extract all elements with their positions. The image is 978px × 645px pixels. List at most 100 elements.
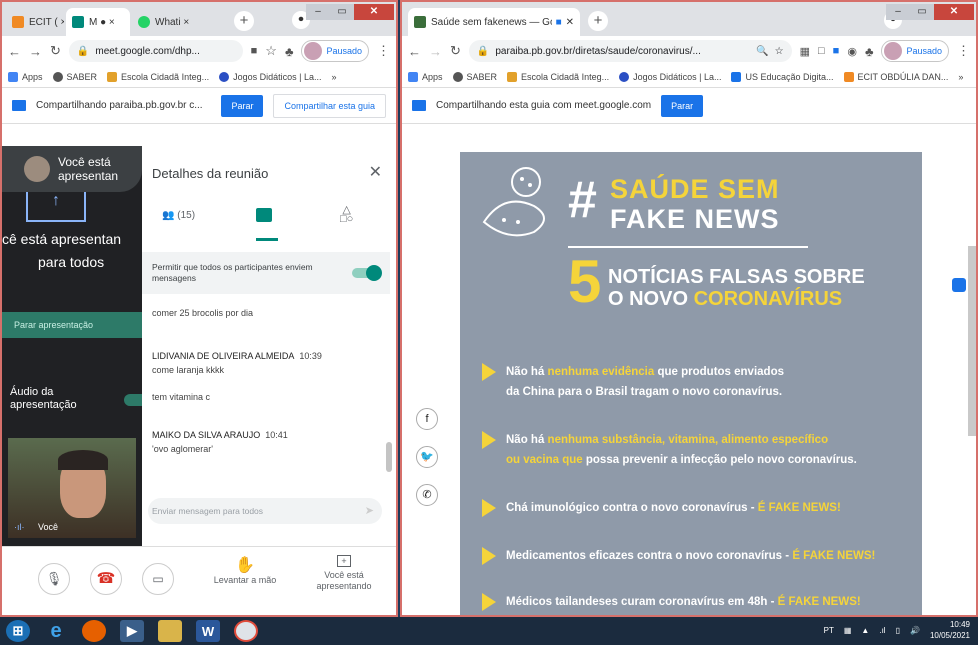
- signal-icon[interactable]: .ıl: [879, 625, 885, 636]
- camera-button[interactable]: ▭: [142, 563, 174, 595]
- send-icon[interactable]: ➤: [365, 504, 374, 517]
- clock[interactable]: 10:49 10/05/2021: [930, 619, 970, 641]
- extensions-icon[interactable]: ♣: [865, 44, 874, 59]
- present-screen-icon: ↑: [26, 192, 86, 222]
- word-icon[interactable]: W: [196, 620, 220, 642]
- menu-icon[interactable]: ⋮: [377, 43, 390, 59]
- arrow-icon: [482, 363, 496, 381]
- tab-ecit[interactable]: ECIT ( ×: [6, 8, 64, 36]
- bookmark-saber[interactable]: SABER: [52, 71, 97, 82]
- chat-scrollbar[interactable]: [386, 442, 392, 472]
- media-player-icon[interactable]: ▶: [120, 620, 144, 642]
- start-button[interactable]: ⊞: [6, 620, 30, 642]
- escola-icon: [507, 71, 518, 82]
- bookmark-star-icon[interactable]: ☆: [775, 46, 784, 57]
- close-panel-button[interactable]: ✕: [369, 162, 382, 182]
- sharing-banner: Compartilhando paraiba.pb.gov.br c... Pa…: [2, 88, 396, 124]
- share-this-tab-button[interactable]: Compartilhar esta guia: [273, 93, 386, 118]
- activities-tab-icon[interactable]: △ □○: [340, 205, 353, 225]
- profile-button[interactable]: Pausado: [881, 40, 949, 62]
- new-tab-button[interactable]: +: [588, 11, 608, 31]
- tray-arrow-icon[interactable]: ▲: [861, 625, 869, 636]
- address-bar[interactable]: 🔒 meet.google.com/dhp...: [68, 40, 243, 62]
- stop-presenting-button[interactable]: Parar apresentação: [2, 312, 142, 338]
- bookmark-apps[interactable]: Apps: [408, 71, 443, 82]
- close-tab-icon[interactable]: ✕: [566, 17, 574, 28]
- back-icon[interactable]: ←: [408, 44, 421, 59]
- file-explorer-icon[interactable]: [158, 620, 182, 642]
- profile-button[interactable]: Pausado: [301, 40, 369, 62]
- firefox-icon[interactable]: [82, 620, 106, 642]
- allow-messages-toggle[interactable]: [352, 265, 382, 281]
- twitter-share-icon[interactable]: 🐦: [416, 446, 438, 468]
- sharing-banner: Compartilhando esta guia com meet.google…: [402, 88, 976, 124]
- mic-button[interactable]: 🎙: [38, 563, 70, 595]
- raise-hand-button[interactable]: ✋ Levantar a mão: [200, 555, 290, 585]
- camera-indicator-icon[interactable]: ■: [251, 45, 258, 57]
- allow-messages-row: Permitir que todos os participantes envi…: [142, 252, 390, 294]
- whatsapp-share-icon[interactable]: ✆: [416, 484, 438, 506]
- bookmark-saber[interactable]: SABER: [452, 71, 497, 82]
- bookmark-apps[interactable]: Apps: [8, 71, 43, 82]
- maximize-button[interactable]: ▭: [910, 4, 934, 20]
- address-bar[interactable]: 🔒 paraiba.pb.gov.br/diretas/saude/coronav…: [468, 40, 792, 62]
- extension-1-icon[interactable]: ▦: [800, 45, 810, 58]
- back-icon[interactable]: ←: [8, 44, 21, 59]
- battery-icon[interactable]: ▯: [896, 625, 900, 636]
- browser-toolbar: ← → ↻ 🔒 paraiba.pb.gov.br/diretas/saude/c…: [402, 36, 976, 66]
- reload-icon[interactable]: ↻: [450, 43, 461, 59]
- bookmark-escola[interactable]: Escola Cidadã Integ...: [107, 71, 209, 82]
- chrome-icon[interactable]: [234, 620, 258, 642]
- facebook-share-icon[interactable]: f: [416, 408, 438, 430]
- arrow-icon: [482, 593, 496, 611]
- bookmark-us-educacao[interactable]: US Educação Digita...: [731, 71, 834, 82]
- more-bookmarks-icon[interactable]: »: [331, 72, 336, 82]
- stop-sharing-button[interactable]: Parar: [661, 94, 704, 117]
- avatar: [884, 42, 903, 60]
- tab-saude[interactable]: Saúde sem fakenews — Gov ■ ✕: [408, 8, 580, 36]
- people-tab[interactable]: 👥 (15): [162, 210, 195, 221]
- tab-whatsapp[interactable]: Whati ×: [132, 8, 196, 36]
- audio-toggle[interactable]: [124, 394, 142, 406]
- maximize-button[interactable]: ▭: [330, 4, 354, 20]
- reload-icon[interactable]: ↻: [50, 43, 61, 59]
- arrow-icon: [482, 431, 496, 449]
- windows-logo-icon: ⊞: [12, 623, 24, 638]
- stop-sharing-button[interactable]: Parar: [221, 94, 264, 117]
- extensions-icon[interactable]: ♣: [285, 44, 294, 59]
- system-tray: PT ▦ ▲ .ıl ▯ 🔊 10:49 10/05/2021: [823, 619, 970, 641]
- leave-call-button[interactable]: ☎: [90, 563, 122, 595]
- keyboard-icon[interactable]: ▦: [844, 625, 852, 636]
- forward-icon[interactable]: →: [429, 44, 442, 59]
- hang-up-icon: ☎: [96, 570, 116, 587]
- bookmark-jogos[interactable]: Jogos Didáticos | La...: [619, 71, 721, 82]
- close-window-button[interactable]: ✕: [354, 4, 394, 20]
- new-tab-button[interactable]: +: [234, 11, 254, 31]
- screen-share-icon: [412, 100, 426, 111]
- menu-icon[interactable]: ⋮: [957, 43, 970, 59]
- floating-chat-icon[interactable]: [952, 278, 966, 292]
- more-bookmarks-icon[interactable]: »: [958, 72, 963, 82]
- extension-3-icon[interactable]: ■: [833, 45, 840, 57]
- bookmark-escola[interactable]: Escola Cidadã Integ...: [507, 71, 609, 82]
- meeting-details-panel: Detalhes da reunião ✕ 👥 (15) △ □○ Permiti…: [142, 146, 396, 546]
- extension-2-icon[interactable]: □: [818, 45, 825, 57]
- jogos-icon: [619, 71, 630, 82]
- bookmark-ecit-obdulia[interactable]: ECIT OBDÚLIA DAN...: [843, 71, 948, 82]
- volume-icon[interactable]: 🔊: [910, 625, 920, 636]
- message-input[interactable]: Enviar mensagem para todos ➤: [148, 498, 382, 524]
- arrow-icon: [482, 547, 496, 565]
- forward-icon[interactable]: →: [29, 44, 42, 59]
- bookmark-jogos[interactable]: Jogos Didáticos | La...: [219, 71, 321, 82]
- presenting-button[interactable]: + Você está apresentando: [298, 555, 390, 592]
- minimize-button[interactable]: –: [306, 4, 330, 20]
- extension-4-icon[interactable]: ◉: [847, 45, 857, 58]
- minimize-button[interactable]: –: [886, 4, 910, 20]
- tab-meet[interactable]: M ● ×: [66, 8, 130, 36]
- chat-tab-icon[interactable]: [256, 208, 272, 222]
- page-scrollbar[interactable]: [968, 246, 976, 436]
- zoom-icon[interactable]: 🔍: [756, 46, 768, 57]
- close-window-button[interactable]: ✕: [934, 4, 974, 20]
- bookmark-star-icon[interactable]: ☆: [265, 43, 277, 59]
- internet-explorer-icon[interactable]: e: [44, 620, 68, 642]
